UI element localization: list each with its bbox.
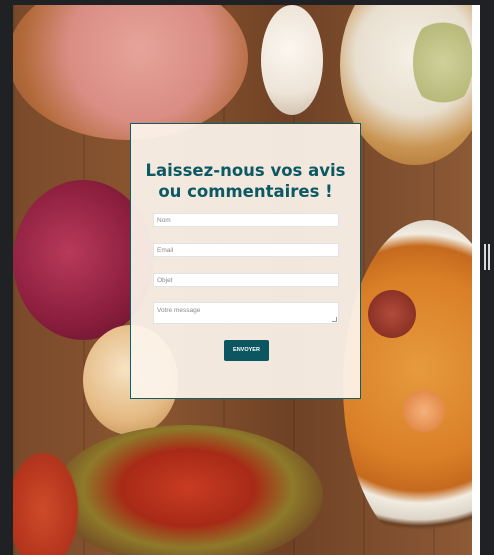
right-edge-strip <box>472 5 480 555</box>
sausage-slice <box>368 290 416 338</box>
email-field[interactable]: Email <box>153 243 339 257</box>
jambalaya-pot <box>343 220 472 550</box>
message-placeholder: Votre message <box>157 307 201 314</box>
salt-bowl <box>13 5 248 140</box>
feedback-form: Laissez-nous vos avis ou commentaires ! … <box>130 123 361 399</box>
bay-leaf <box>413 15 472 110</box>
name-field[interactable]: Nom <box>153 213 339 227</box>
email-placeholder: Email <box>157 247 174 254</box>
subject-placeholder: Objet <box>157 277 173 284</box>
message-field[interactable]: Votre message <box>153 302 339 324</box>
garlic-bulb <box>261 5 323 115</box>
page-frame: Laissez-nous vos avis ou commentaires ! … <box>0 0 494 555</box>
send-button[interactable]: ENVOYER <box>224 340 269 361</box>
name-placeholder: Nom <box>157 217 171 224</box>
textarea-resize-icon[interactable] <box>332 317 337 322</box>
chili-peppers <box>53 425 323 555</box>
form-title-line-2: ou commentaires ! <box>158 182 333 201</box>
resize-handle-icon[interactable] <box>484 244 490 270</box>
subject-field[interactable]: Objet <box>153 273 339 287</box>
form-title: Laissez-nous vos avis ou commentaires ! <box>131 160 360 202</box>
shrimp <box>403 390 445 432</box>
form-title-line-1: Laissez-nous vos avis <box>145 161 346 180</box>
